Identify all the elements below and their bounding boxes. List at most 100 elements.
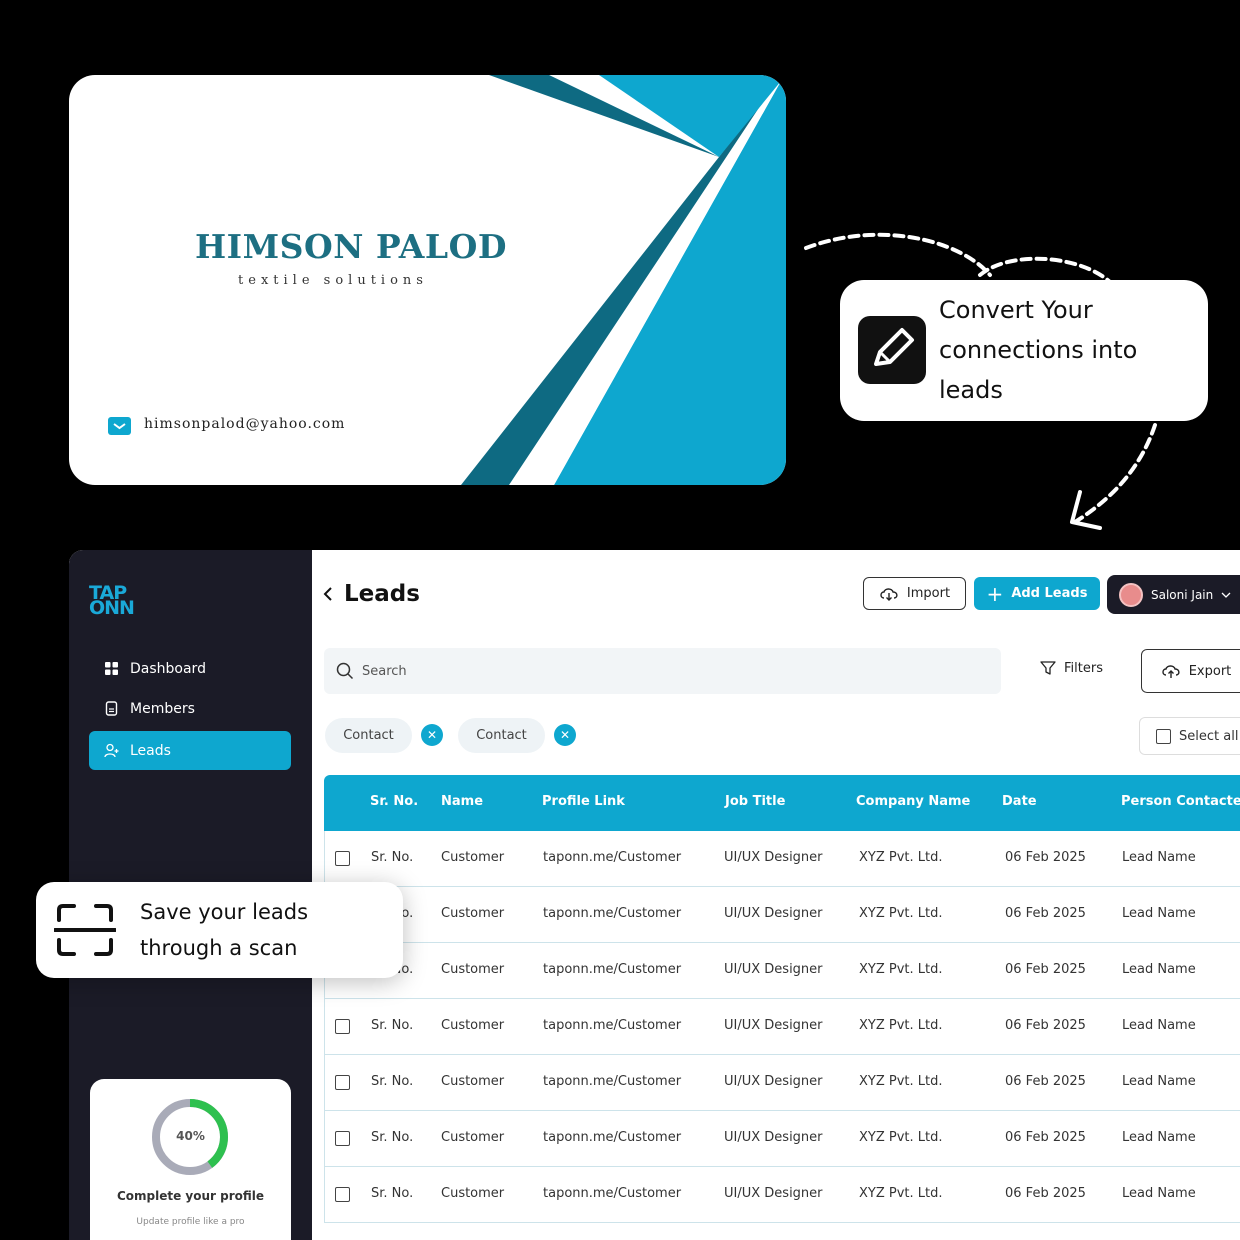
main-content: Leads Import + Add Leads Saloni Jain Fil…: [312, 550, 1240, 1240]
table-cell: XYZ Pvt. Ltd.: [859, 906, 943, 921]
table-cell: taponn.me/Customer: [543, 1074, 682, 1089]
table-row[interactable]: Sr. No.Customertaponn.me/CustomerUI/UX D…: [324, 1111, 1240, 1167]
profile-completion-card[interactable]: 40% Complete your profile Update profile…: [90, 1079, 291, 1240]
add-leads-button[interactable]: + Add Leads: [974, 577, 1100, 610]
scan-callout-text: Save your leads through a scan: [140, 900, 309, 960]
plus-icon: +: [986, 581, 1004, 606]
table-cell: UI/UX Designer: [724, 1018, 823, 1033]
table-cell: UI/UX Designer: [724, 850, 823, 865]
table-cell: Sr. No.: [371, 1186, 414, 1201]
close-icon[interactable]: ✕: [421, 724, 443, 746]
column-header[interactable]: Person Contacted: [1121, 794, 1240, 809]
profile-subtitle: Update profile like a pro: [136, 1217, 245, 1227]
row-checkbox[interactable]: [335, 1019, 350, 1034]
profile-progress-label: 40%: [176, 1129, 205, 1143]
user-plus-icon: [104, 743, 119, 758]
table-cell: taponn.me/Customer: [543, 1186, 682, 1201]
sidebar-item-label: Leads: [130, 742, 171, 759]
document-icon: [104, 701, 119, 716]
table-cell: XYZ Pvt. Ltd.: [859, 1186, 943, 1201]
cloud-download-icon: [880, 587, 898, 601]
table-cell: Customer: [441, 962, 505, 977]
table-cell: UI/UX Designer: [724, 1186, 823, 1201]
table-cell: Customer: [441, 906, 505, 921]
row-checkbox[interactable]: [335, 1131, 350, 1146]
table-cell: UI/UX Designer: [724, 962, 823, 977]
table-cell: UI/UX Designer: [724, 1130, 823, 1145]
table-cell: Lead Name: [1122, 962, 1196, 977]
sidebar-item-leads[interactable]: Leads: [89, 731, 291, 770]
add-leads-label: Add Leads: [1011, 586, 1088, 601]
column-header[interactable]: Profile Link: [542, 794, 625, 809]
column-header[interactable]: Company Name: [856, 794, 970, 809]
table-cell: 06 Feb 2025: [1005, 1018, 1086, 1033]
cloud-upload-icon: [1162, 665, 1180, 678]
table-cell: Lead Name: [1122, 1130, 1196, 1145]
page-title: Leads: [344, 581, 420, 607]
table-cell: XYZ Pvt. Ltd.: [859, 1130, 943, 1145]
search-bar[interactable]: [324, 648, 1001, 694]
chip-label: Contact: [476, 728, 527, 743]
select-all-checkbox[interactable]: Select all: [1139, 717, 1240, 755]
table-row[interactable]: Sr. No.Customertaponn.me/CustomerUI/UX D…: [324, 887, 1240, 943]
user-menu-button[interactable]: Saloni Jain: [1107, 575, 1240, 614]
convert-callout-text: Convert Your connections into leads: [939, 296, 1138, 404]
row-checkbox[interactable]: [335, 851, 350, 866]
table-cell: taponn.me/Customer: [543, 1018, 682, 1033]
logo-line-2: ONN: [89, 597, 135, 619]
table-cell: Customer: [441, 1018, 505, 1033]
sidebar-item-dashboard[interactable]: Dashboard: [89, 649, 291, 688]
table-body: Sr. No. Customer taponn.me/Customer UI/UX D…: [324, 831, 1240, 1223]
convert-callout: Convert Your connections into leads: [840, 280, 1208, 421]
chevron-down-icon: [1221, 587, 1231, 602]
table-cell: Customer: [441, 1074, 505, 1089]
export-button[interactable]: Export: [1141, 649, 1240, 693]
checkbox[interactable]: [1156, 728, 1171, 744]
column-header[interactable]: Job Title: [725, 794, 785, 809]
scan-icon: [54, 904, 116, 956]
table-cell: 06 Feb 2025: [1005, 1130, 1086, 1145]
column-header[interactable]: Name: [441, 794, 483, 809]
edit-icon: [858, 316, 926, 384]
table-cell: Lead Name: [1122, 1018, 1196, 1033]
table-cell: Sr. No.: [371, 1130, 414, 1145]
table-row[interactable]: Sr. No.Customertaponn.me/CustomerUI/UX D…: [324, 943, 1240, 999]
select-all-label: Select all: [1179, 728, 1239, 744]
table-cell: taponn.me/Customer: [543, 850, 682, 865]
filters-label: Filters: [1064, 660, 1103, 676]
table-row[interactable]: Sr. No. Customer taponn.me/Customer UI/UX D…: [324, 999, 1240, 1055]
table-cell: Sr. No.: [371, 1074, 414, 1089]
row-checkbox[interactable]: [335, 1187, 350, 1202]
table-row[interactable]: Sr. No.Customertaponn.me/CustomerUI/UX D…: [324, 1055, 1240, 1111]
column-header[interactable]: Date: [1002, 794, 1037, 809]
table-cell: Lead Name: [1122, 850, 1196, 865]
table-cell: Lead Name: [1122, 906, 1196, 921]
table-row[interactable]: Sr. No.Customertaponn.me/CustomerUI/UX D…: [324, 831, 1240, 887]
user-name: Saloni Jain: [1151, 587, 1214, 602]
table-cell: Customer: [441, 1130, 505, 1145]
scan-callout: Save your leads through a scan: [36, 882, 403, 978]
column-header[interactable]: Sr. No.: [370, 794, 418, 809]
table-cell: taponn.me/Customer: [543, 906, 682, 921]
taponn-logo[interactable]: TAP ONN: [89, 584, 139, 619]
filter-chip[interactable]: Contact: [458, 718, 545, 753]
filter-icon: [1040, 661, 1056, 675]
table-cell: Sr. No.: [371, 1018, 414, 1033]
search-input[interactable]: [362, 663, 962, 679]
row-checkbox[interactable]: [335, 1075, 350, 1090]
grid-icon: [104, 661, 119, 676]
sidebar-item-label: Dashboard: [130, 660, 206, 677]
table-cell: 06 Feb 2025: [1005, 962, 1086, 977]
close-icon[interactable]: ✕: [554, 724, 576, 746]
table-cell: Lead Name: [1122, 1074, 1196, 1089]
filter-chip[interactable]: Contact: [325, 718, 412, 753]
table-cell: 06 Feb 2025: [1005, 1074, 1086, 1089]
sidebar-item-members[interactable]: Members: [89, 689, 291, 728]
import-button[interactable]: Import: [863, 577, 966, 610]
avatar: [1119, 582, 1143, 607]
profile-title: Complete your profile: [116, 1189, 265, 1203]
table-cell: taponn.me/Customer: [543, 962, 682, 977]
table-row[interactable]: Sr. No.Customertaponn.me/CustomerUI/UX D…: [324, 1167, 1240, 1223]
back-chevron-icon[interactable]: [322, 586, 334, 607]
filters-button[interactable]: Filters: [1040, 660, 1103, 676]
